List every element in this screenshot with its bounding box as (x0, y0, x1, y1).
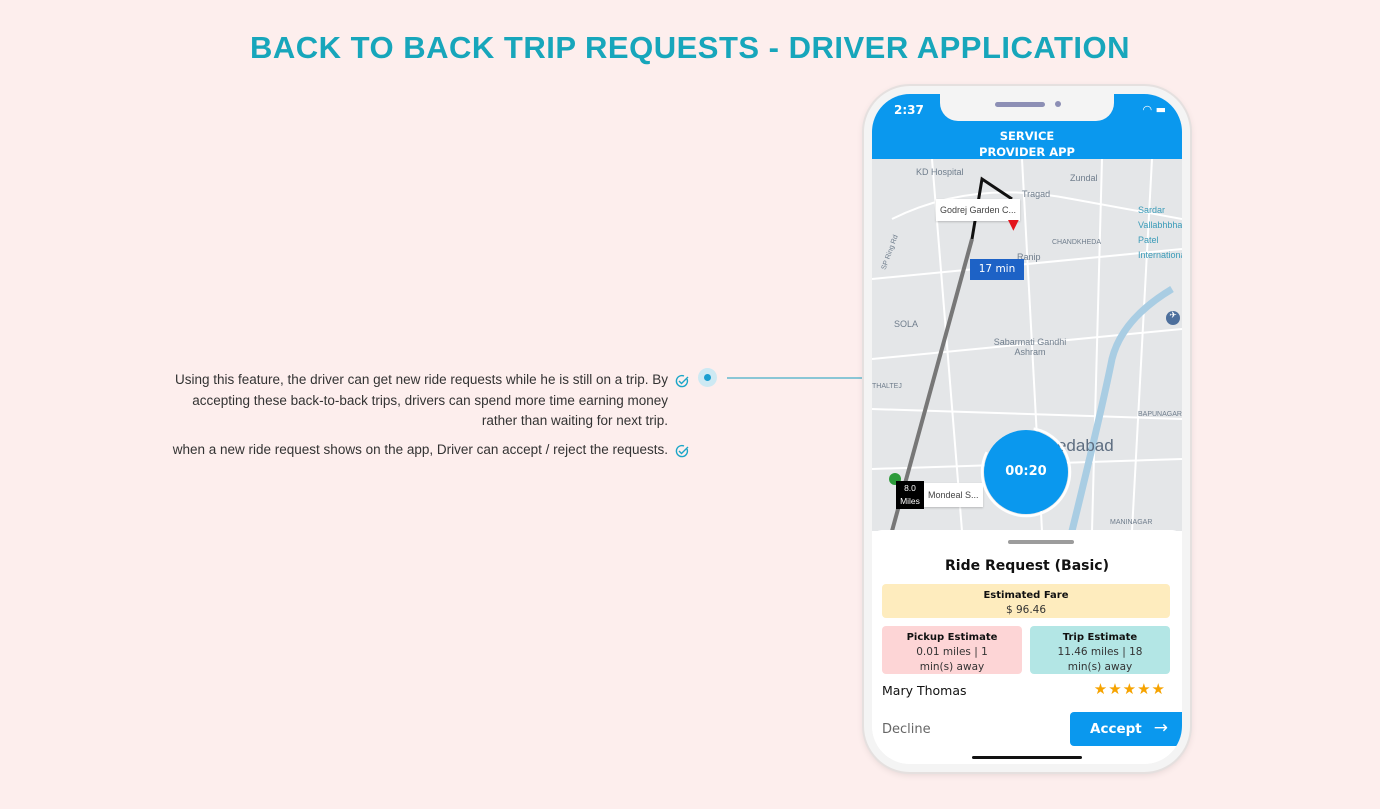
map-label: CHANDKHEDA (1052, 239, 1102, 246)
arrow-right-icon: → (1153, 718, 1168, 738)
map[interactable]: KD Hospital Zundal Tragad CHANDKHEDA Ran… (872, 159, 1182, 531)
status-time: 2:37 (894, 103, 924, 117)
eta-badge: 17 min (970, 259, 1024, 280)
dropoff-tag: Mondeal S... (924, 483, 983, 507)
map-label: Zundal (1070, 173, 1098, 183)
fare-box: Estimated Fare $ 96.46 (882, 584, 1170, 618)
drag-handle[interactable] (1008, 540, 1074, 544)
page-title: BACK TO BACK TRIP REQUESTS - DRIVER APPL… (249, 30, 1131, 65)
pickup-label: Pickup Estimate (906, 632, 998, 643)
map-label: MANINAGAR (1110, 519, 1153, 526)
phone-screen: 2:37 ◠ ▬ SERVICE PROVIDER APP KD Hospita… (872, 94, 1182, 764)
accept-label: Accept (1090, 721, 1142, 737)
pickup-value: 0.01 miles | 1 min(s) away (916, 646, 988, 673)
connector-dot (698, 368, 717, 387)
check-circle-icon (675, 374, 689, 388)
distance-badge: 8.0 Miles (896, 481, 924, 509)
map-label: Tragad (1022, 189, 1051, 199)
notch (940, 94, 1114, 121)
app-title: SERVICE PROVIDER APP (979, 129, 1075, 159)
map-label: SOLA (894, 319, 919, 329)
timer-progress-ring (980, 426, 1072, 518)
map-label: BAPUNAGAR (1138, 411, 1182, 418)
map-label: THALTEJ (872, 383, 902, 390)
pickup-pin-icon: ▼ (1008, 217, 1019, 233)
fare-label: Estimated Fare (983, 590, 1069, 601)
trip-box: Trip Estimate 11.46 miles | 18 min(s) awa… (1030, 626, 1170, 674)
ride-request-sheet: Ride Request (Basic) Estimated Fare $ 96.… (872, 530, 1182, 764)
accept-button[interactable]: Accept → (1070, 712, 1182, 746)
rider-name: Mary Thomas (882, 683, 967, 698)
fare-value: $ 96.46 (1005, 604, 1047, 616)
pickup-box: Pickup Estimate 0.01 miles | 1 min(s) awa… (882, 626, 1022, 674)
phone-mockup: 2:37 ◠ ▬ SERVICE PROVIDER APP KD Hospita… (864, 86, 1190, 772)
map-label: KD Hospital (916, 167, 964, 177)
map-label: Sardar Vallabhbhai Patel International (1138, 205, 1182, 260)
airport-icon: ✈ (1166, 311, 1180, 325)
trip-label: Trip Estimate (1062, 632, 1138, 643)
feature-text-1: Using this feature, the driver can get n… (175, 372, 668, 428)
feature-text-2: when a new ride request shows on the app… (172, 442, 668, 457)
wifi-battery-icon: ◠ ▬ (1142, 103, 1167, 116)
trip-value: 11.46 miles | 18 min(s) away (1057, 646, 1143, 673)
home-indicator (972, 756, 1082, 759)
decline-button[interactable]: Decline (882, 722, 931, 737)
map-label: Sabarmati Gandhi Ashram (993, 337, 1067, 357)
request-title: Ride Request (Basic) (945, 558, 1109, 574)
connector-line (727, 377, 865, 379)
check-circle-icon (675, 444, 689, 458)
star-rating-icon: ★★★★★ (1093, 680, 1166, 698)
